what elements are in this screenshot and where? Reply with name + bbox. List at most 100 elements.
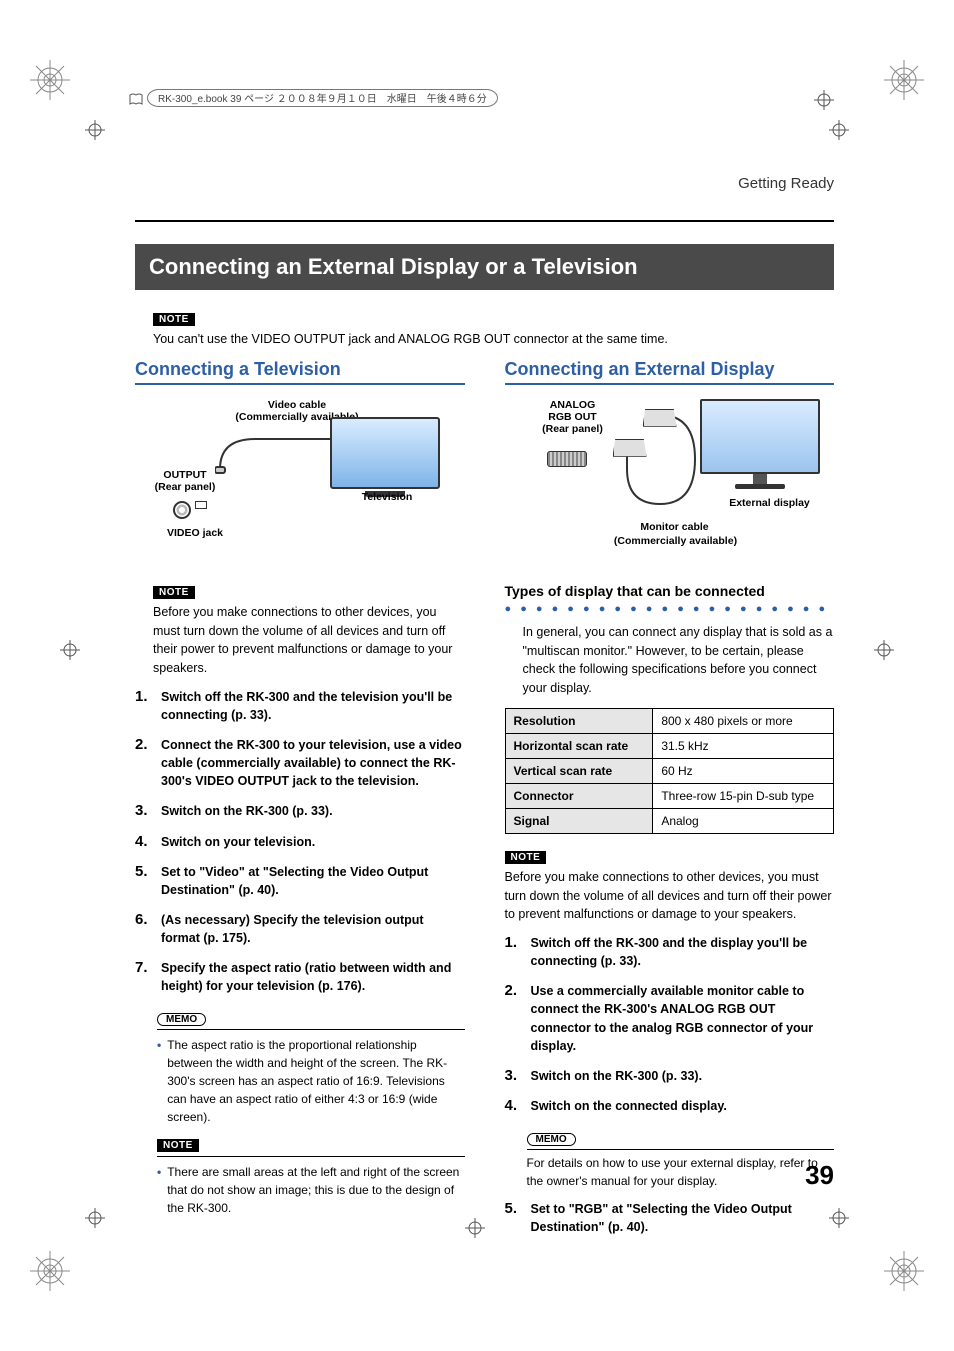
crosshair-icon	[874, 640, 894, 663]
step-text: Set to "RGB" at "Selecting the Video Out…	[531, 1200, 835, 1236]
table-row: Horizontal scan rate31.5 kHz	[505, 733, 834, 758]
note-badge: NOTE	[153, 586, 195, 599]
spec-label: Connector	[505, 783, 653, 808]
note-text: Before you make connections to other dev…	[153, 603, 465, 678]
crosshair-icon	[60, 640, 80, 663]
heading-ext: Connecting an External Display	[505, 359, 835, 385]
step-text: Switch on the connected display.	[531, 1097, 727, 1115]
print-mark-tr	[884, 60, 924, 100]
label-output: OUTPUT	[145, 469, 225, 481]
spec-label: Horizontal scan rate	[505, 733, 653, 758]
step-number: 5.	[505, 1200, 523, 1236]
vga-port-icon	[547, 451, 587, 467]
spec-value: Three-row 15-pin D-sub type	[653, 783, 834, 808]
vga-plug-icon	[643, 409, 677, 427]
table-row: ConnectorThree-row 15-pin D-sub type	[505, 783, 834, 808]
print-mark-br	[884, 1251, 924, 1291]
note-badge: NOTE	[505, 851, 547, 864]
step-text: Switch on the RK-300 (p. 33).	[531, 1067, 703, 1085]
top-note: You can't use the VIDEO OUTPUT jack and …	[153, 330, 834, 349]
table-row: Resolution800 x 480 pixels or more	[505, 708, 834, 733]
crosshair-icon	[85, 120, 105, 143]
table-row: SignalAnalog	[505, 808, 834, 833]
note-bullet: There are small areas at the left and ri…	[167, 1163, 464, 1217]
monitor-stand-icon	[753, 474, 767, 484]
divider	[527, 1149, 835, 1150]
memo-text: For details on how to use your external …	[527, 1154, 835, 1190]
step-text: Switch off the RK-300 and the display yo…	[531, 934, 835, 970]
step-text: Set to "Video" at "Selecting the Video O…	[161, 863, 465, 899]
step-number: 4.	[505, 1097, 523, 1115]
steps-ext: 1.Switch off the RK-300 and the display …	[505, 934, 835, 1115]
rca-plug-icon	[195, 501, 207, 509]
memo-badge: MEMO	[527, 1133, 576, 1146]
divider	[157, 1156, 465, 1157]
label-monitor-cable: Monitor cable	[615, 521, 735, 533]
step-number: 6.	[135, 911, 153, 947]
running-head: Getting Ready	[135, 175, 834, 196]
rca-jack-icon	[173, 501, 191, 519]
dot-rule: ● ● ● ● ● ● ● ● ● ● ● ● ● ● ● ● ● ● ● ● …	[505, 603, 835, 615]
spec-value: 31.5 kHz	[653, 733, 834, 758]
memo-badge: MEMO	[157, 1013, 206, 1026]
note-badge: NOTE	[157, 1139, 199, 1152]
tv-icon	[330, 417, 440, 489]
steps-ext-5: 5.Set to "RGB" at "Selecting the Video O…	[505, 1200, 835, 1236]
step-number: 3.	[135, 802, 153, 820]
step-text: Switch on the RK-300 (p. 33).	[161, 802, 333, 820]
label-rear-panel: (Rear panel)	[533, 423, 613, 435]
diagram-tv: Video cable (Commercially available) OUT…	[135, 399, 465, 569]
label-rear-panel: (Rear panel)	[145, 481, 225, 493]
label-television: Television	[347, 491, 427, 503]
crosshair-icon	[85, 1208, 105, 1231]
step-number: 5.	[135, 863, 153, 899]
label-commercial: (Commercially available)	[591, 535, 761, 547]
table-row: Vertical scan rate60 Hz	[505, 758, 834, 783]
page-title: Connecting an External Display or a Tele…	[135, 244, 834, 290]
heading-tv: Connecting a Television	[135, 359, 465, 385]
step-text: Switch off the RK-300 and the television…	[161, 688, 465, 724]
step-number: 4.	[135, 833, 153, 851]
spec-table: Resolution800 x 480 pixels or more Horiz…	[505, 708, 835, 834]
diagram-ext: ANALOG RGB OUT (Rear panel)	[505, 399, 835, 569]
step-text: Specify the aspect ratio (ratio between …	[161, 959, 465, 995]
step-number: 2.	[135, 736, 153, 790]
step-text: Switch on your television.	[161, 833, 315, 851]
divider	[157, 1029, 465, 1030]
step-text: (As necessary) Specify the television ou…	[161, 911, 465, 947]
spec-value: 800 x 480 pixels or more	[653, 708, 834, 733]
book-icon	[129, 92, 143, 106]
note-badge: NOTE	[153, 313, 195, 326]
note-text: Before you make connections to other dev…	[505, 868, 835, 924]
spec-label: Vertical scan rate	[505, 758, 653, 783]
book-meta-text: RK-300_e.book 39 ページ ２００８年９月１０日 水曜日 午後４時…	[147, 89, 498, 107]
spec-value: 60 Hz	[653, 758, 834, 783]
step-number: 3.	[505, 1067, 523, 1085]
vga-plug-icon	[613, 439, 647, 457]
label-analog: ANALOG	[533, 399, 613, 411]
spec-label: Signal	[505, 808, 653, 833]
step-number: 7.	[135, 959, 153, 995]
spec-label: Resolution	[505, 708, 653, 733]
step-number: 1.	[135, 688, 153, 724]
memo-bullet: The aspect ratio is the proportional rel…	[167, 1036, 464, 1126]
label-video-jack: VIDEO jack	[155, 527, 235, 539]
step-text: Connect the RK-300 to your television, u…	[161, 736, 465, 790]
print-mark-bl	[30, 1251, 70, 1291]
spec-value: Analog	[653, 808, 834, 833]
label-external-display: External display	[715, 497, 825, 509]
print-mark-tl	[30, 60, 70, 100]
steps-tv: 1.Switch off the RK-300 and the televisi…	[135, 688, 465, 996]
book-meta-header: RK-300_e.book 39 ページ ２００８年９月１０日 水曜日 午後４時…	[125, 88, 504, 112]
monitor-icon	[700, 399, 820, 474]
monitor-base-icon	[735, 484, 785, 489]
label-rgb-out: RGB OUT	[533, 411, 613, 423]
crosshair-icon	[814, 90, 834, 113]
step-number: 2.	[505, 982, 523, 1055]
heading-types: Types of display that can be connected	[505, 583, 835, 599]
page-number: 39	[805, 1160, 834, 1191]
types-intro: In general, you can connect any display …	[523, 623, 835, 698]
crosshair-icon	[829, 120, 849, 143]
step-number: 1.	[505, 934, 523, 970]
step-text: Use a commercially available monitor cab…	[531, 982, 835, 1055]
